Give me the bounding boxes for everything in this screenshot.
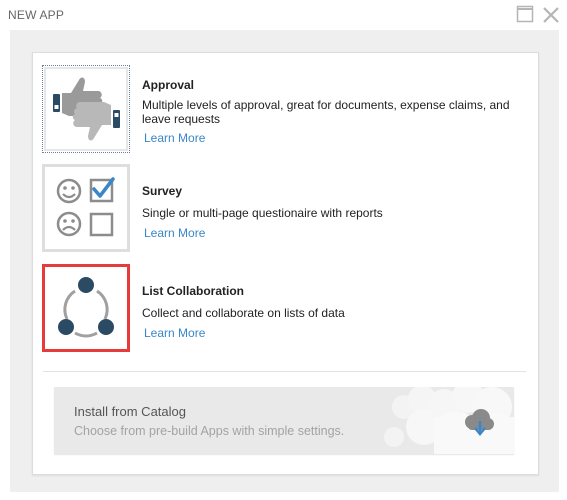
- network-circle-icon: [58, 277, 114, 338]
- catalog-subtitle: Choose from pre-build Apps with simple s…: [74, 424, 345, 438]
- app-description-survey: Single or multi-page questionaire with r…: [142, 206, 383, 220]
- window-title: NEW APP: [8, 8, 65, 22]
- app-thumbnail-approval[interactable]: [42, 65, 130, 153]
- maximize-icon[interactable]: [516, 5, 534, 23]
- catalog-title: Install from Catalog: [74, 404, 186, 419]
- app-thumbnail-survey[interactable]: [42, 164, 130, 252]
- app-list-panel: Approval Multiple levels of approval, gr…: [32, 52, 539, 475]
- cloud-download-icon: [465, 409, 494, 436]
- smiley-checkbox-icon: [56, 177, 115, 237]
- title-bar: NEW APP: [0, 0, 567, 30]
- learn-more-link-survey[interactable]: Learn More: [144, 226, 205, 240]
- app-item-list-collaboration[interactable]: List Collaboration Collect and collabora…: [33, 264, 538, 359]
- thumbs-up-down-icon: [53, 77, 120, 141]
- divider: [43, 371, 526, 372]
- app-title-approval: Approval: [142, 78, 195, 92]
- dialog-body: Approval Multiple levels of approval, gr…: [10, 30, 559, 492]
- app-description-approval: Multiple levels of approval, great for d…: [142, 98, 510, 126]
- install-from-catalog-button[interactable]: Install from Catalog Choose from pre-bui…: [54, 387, 514, 454]
- learn-more-link-approval[interactable]: Learn More: [144, 131, 205, 145]
- app-description-list-collaboration: Collect and collaborate on lists of data: [142, 306, 345, 320]
- app-title-list-collaboration: List Collaboration: [142, 284, 244, 298]
- app-item-survey[interactable]: Survey Single or multi-page questionaire…: [33, 164, 538, 259]
- app-title-survey: Survey: [142, 184, 183, 198]
- close-icon[interactable]: [541, 5, 561, 25]
- app-thumbnail-list-collaboration[interactable]: [42, 264, 130, 352]
- app-item-approval[interactable]: Approval Multiple levels of approval, gr…: [33, 65, 538, 160]
- learn-more-link-list-collaboration[interactable]: Learn More: [144, 326, 205, 340]
